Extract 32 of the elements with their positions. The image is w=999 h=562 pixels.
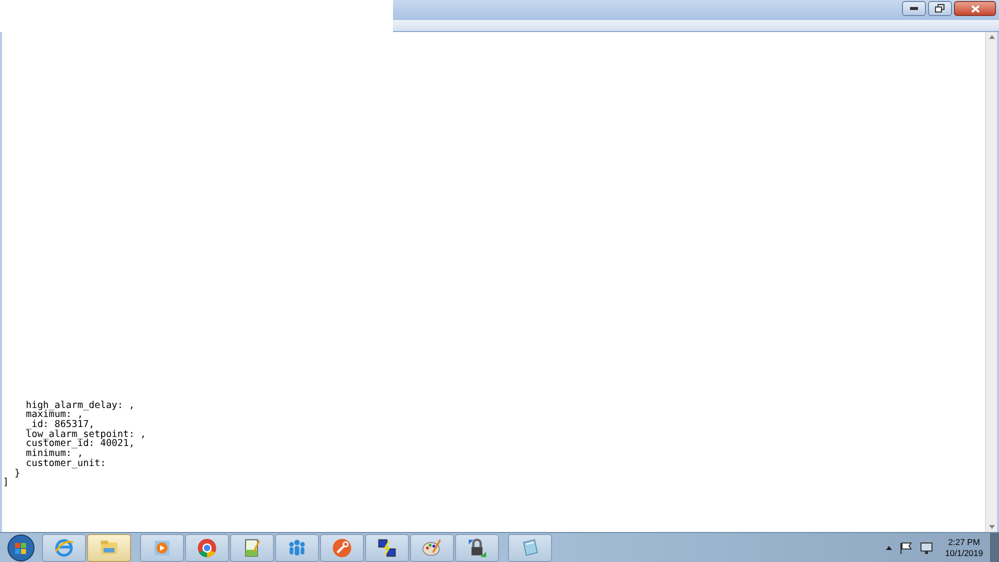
code-line: _id: 865317, [24, 420, 95, 430]
restore-icon [935, 4, 945, 13]
scroll-up-icon[interactable] [988, 35, 994, 39]
clock-time: 2:27 PM [948, 536, 980, 548]
scrollbar[interactable] [985, 32, 997, 532]
code-line: } [13, 468, 22, 478]
palette-icon [421, 536, 443, 558]
code-line: low_alarm_setpoint: , [24, 430, 147, 440]
flag-icon[interactable] [900, 542, 912, 554]
minimize-button[interactable] [902, 1, 926, 16]
start-button[interactable] [7, 534, 35, 562]
show-desktop-button[interactable] [989, 532, 999, 562]
code-line: high_alarm_delay: , [24, 400, 136, 410]
taskbar-button[interactable] [230, 534, 274, 562]
clock-date: 10/1/2019 [945, 548, 983, 558]
code-line: customer_unit: [24, 458, 107, 469]
minimize-icon [910, 7, 918, 10]
chrome-icon [196, 536, 218, 558]
browser-icon [53, 536, 75, 558]
code-line: ] [3, 478, 10, 488]
lock-icon [466, 536, 488, 558]
restore-button[interactable] [928, 1, 952, 16]
code-line: minimum: , [24, 449, 84, 459]
tool-icon [331, 536, 353, 558]
taskbar-button[interactable] [455, 534, 499, 562]
code-line: maximum: , [24, 410, 84, 420]
taskbar-button[interactable] [365, 534, 409, 562]
show-hidden-icon[interactable] [886, 546, 892, 550]
close-button[interactable] [954, 1, 996, 16]
close-icon [970, 4, 980, 12]
code-line: customer_id: 40021, [24, 439, 136, 450]
scroll-down-icon[interactable] [988, 525, 994, 529]
